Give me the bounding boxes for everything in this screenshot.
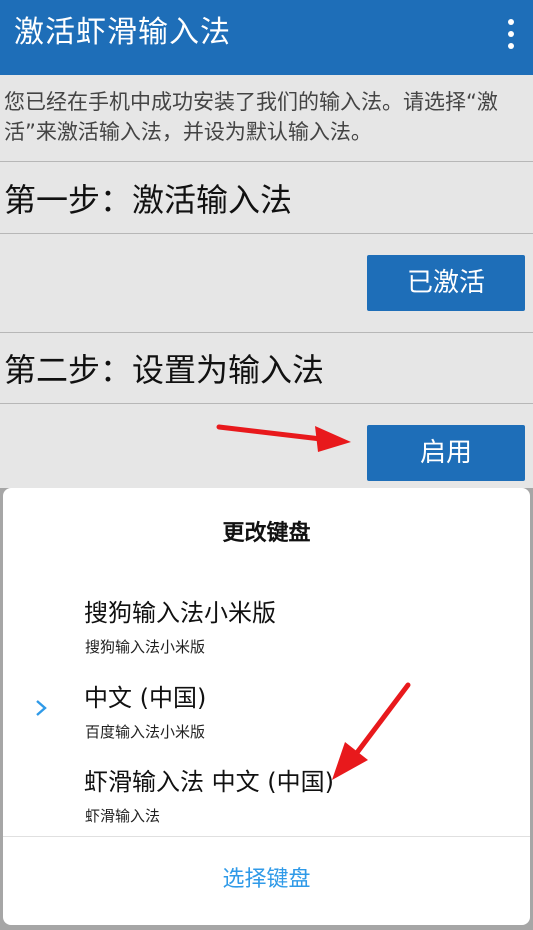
activated-button[interactable]: 已激活: [367, 255, 525, 311]
divider: [0, 233, 533, 234]
chevron-right-icon: [36, 700, 47, 716]
keyboard-option-baidu[interactable]: 中文 (中国) 百度输入法小米版: [3, 682, 530, 762]
app-bar: 激活虾滑输入法: [0, 0, 533, 75]
more-vert-icon[interactable]: [501, 14, 521, 54]
step-two-title: 第二步：设置为输入法: [4, 351, 325, 389]
keyboard-option-name: 虾滑输入法 中文 (中国): [84, 768, 334, 796]
divider: [0, 332, 533, 333]
divider: [0, 403, 533, 404]
keyboard-option-name: 搜狗输入法小米版: [84, 599, 276, 627]
choose-keyboard-button[interactable]: 选择键盘: [3, 837, 530, 925]
app-bar-title: 激活虾滑输入法: [14, 15, 231, 50]
dialog-title: 更改键盘: [222, 521, 311, 546]
divider: [0, 161, 533, 162]
keyboard-option-subtitle: 百度输入法小米版: [85, 723, 206, 741]
keyboard-option-xiahua[interactable]: 虾滑输入法 中文 (中国) 虾滑输入法: [3, 766, 530, 846]
annotation-arrow-icon: [216, 424, 351, 452]
keyboard-option-sogou[interactable]: 搜狗输入法小米版 搜狗输入法小米版: [3, 597, 530, 677]
annotation-arrow-icon: [332, 682, 411, 780]
keyboard-option-subtitle: 虾滑输入法: [85, 807, 161, 825]
intro-text: 您已经在手机中成功安装了我们的输入法。请选择“激活”来激活输入法，并设为默认输入…: [4, 90, 498, 144]
keyboard-option-subtitle: 搜狗输入法小米版: [85, 638, 206, 656]
step-one-title: 第一步：激活输入法: [4, 181, 293, 219]
keyboard-option-name: 中文 (中国): [84, 684, 207, 712]
enable-button[interactable]: 启用: [367, 425, 525, 481]
change-keyboard-dialog: 更改键盘 搜狗输入法小米版 搜狗输入法小米版 中文 (中国) 百度输入法小米版 …: [3, 488, 530, 925]
